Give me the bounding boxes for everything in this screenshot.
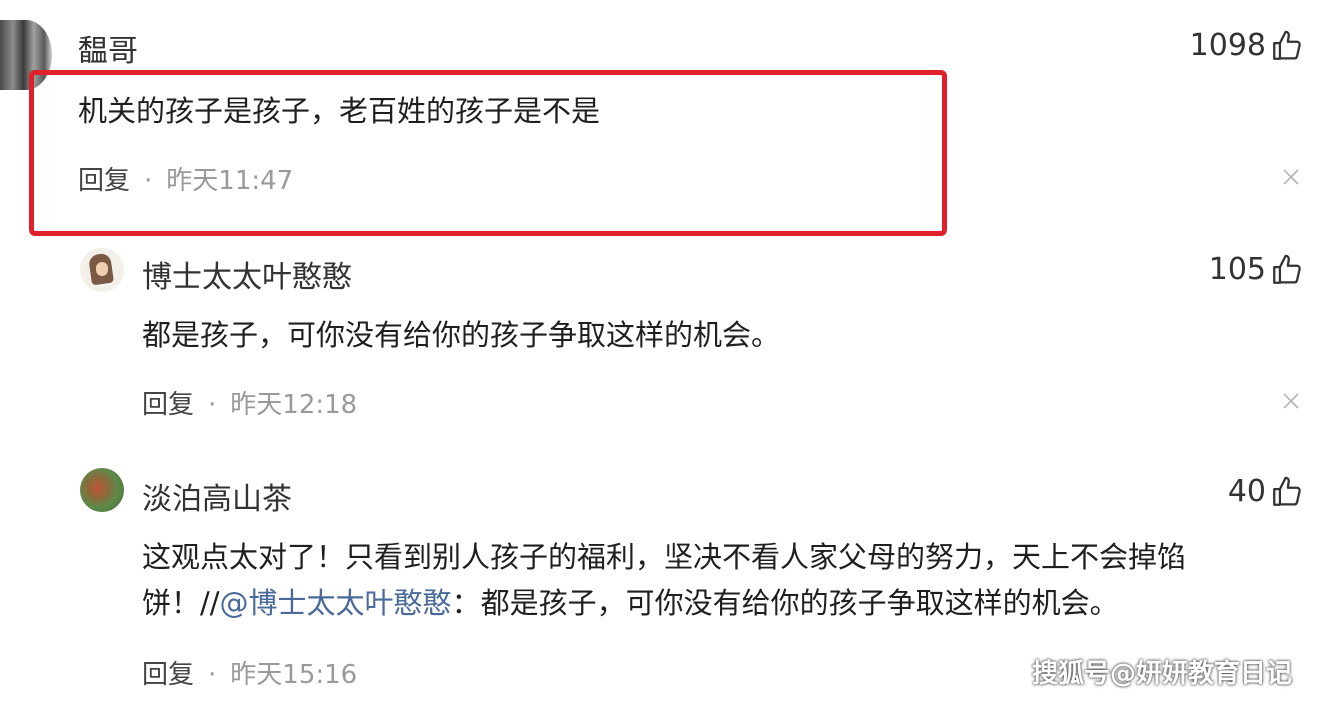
close-icon[interactable]: [1282, 392, 1300, 410]
like-button[interactable]: 1098: [1190, 28, 1304, 63]
like-count: 40: [1227, 474, 1266, 509]
user-mention-link[interactable]: @博士太太叶憨憨: [220, 586, 452, 620]
close-icon[interactable]: [1282, 168, 1300, 186]
username[interactable]: 淡泊高山茶: [142, 474, 292, 518]
watermark: 搜狐号@妍妍教育日记: [1031, 659, 1292, 689]
highlight-box: [29, 70, 947, 236]
content-text: ：都是孩子，可你没有给你的孩子争取这样的机会。: [451, 586, 1119, 620]
reply-button[interactable]: 回复: [142, 390, 194, 420]
comment-meta: 回复 · 昨天12:18: [142, 384, 357, 421]
thumbs-up-icon: [1273, 30, 1301, 60]
like-button[interactable]: 40: [1228, 474, 1304, 509]
like-count: 105: [1208, 252, 1266, 287]
comment-content: 这观点太对了！只看到别人孩子的福利，坚决不看人家父母的努力，天上不会掉馅 饼！/…: [142, 534, 1186, 626]
comment-content-line: 饼！//@博士太太叶憨憨：都是孩子，可你没有给你的孩子争取这样的机会。: [142, 580, 1186, 626]
comment-content: 都是孩子，可你没有给你的孩子争取这样的机会。: [142, 318, 781, 352]
timestamp: 昨天12:18: [230, 390, 358, 420]
comment-meta: 回复 · 昨天15:16: [142, 654, 357, 691]
username[interactable]: 馧哥: [78, 26, 138, 70]
comment-item: 博士太太叶憨憨 105 都是孩子，可你没有给你的孩子争取这样的机会。 回复 · 昨天…: [0, 240, 1320, 440]
thumbs-up-icon: [1273, 254, 1301, 284]
meta-separator: ·: [208, 390, 217, 420]
avatar[interactable]: [80, 248, 124, 292]
username[interactable]: 博士太太叶憨憨: [142, 252, 352, 296]
avatar[interactable]: [80, 468, 124, 512]
like-button[interactable]: 105: [1209, 252, 1304, 287]
timestamp: 昨天15:16: [230, 660, 358, 690]
content-text: 饼！//: [142, 586, 220, 620]
like-count: 1098: [1189, 28, 1266, 63]
reply-button[interactable]: 回复: [142, 660, 194, 690]
comment-content-line: 这观点太对了！只看到别人孩子的福利，坚决不看人家父母的努力，天上不会掉馅: [142, 540, 1187, 574]
meta-separator: ·: [208, 660, 217, 690]
thumbs-up-icon: [1273, 476, 1301, 506]
